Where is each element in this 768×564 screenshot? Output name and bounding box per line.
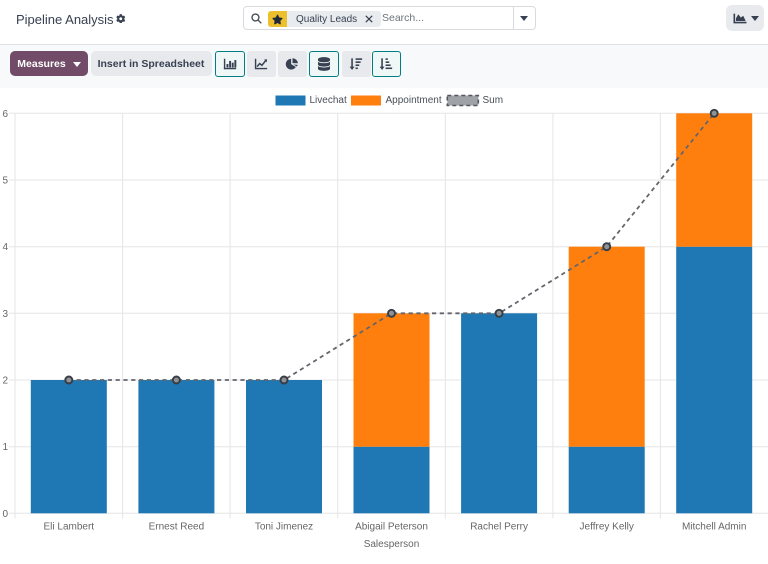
svg-text:2: 2	[2, 376, 8, 387]
svg-text:Ernest Reed: Ernest Reed	[149, 522, 205, 533]
svg-text:6: 6	[2, 109, 8, 120]
svg-text:5: 5	[2, 176, 8, 187]
svg-text:1: 1	[2, 442, 8, 453]
svg-text:Jeffrey Kelly: Jeffrey Kelly	[580, 522, 634, 533]
svg-text:Toni Jimenez: Toni Jimenez	[255, 522, 313, 533]
svg-text:3: 3	[2, 309, 8, 320]
svg-text:Appointment: Appointment	[386, 95, 442, 106]
svg-text:0: 0	[2, 509, 8, 520]
svg-text:Livechat: Livechat	[310, 95, 347, 106]
svg-text:Abigail Peterson: Abigail Peterson	[355, 522, 428, 533]
svg-text:Rachel Perry: Rachel Perry	[470, 522, 528, 533]
svg-text:4: 4	[2, 242, 8, 253]
svg-text:Sum: Sum	[483, 95, 504, 106]
svg-text:Mitchell Admin: Mitchell Admin	[682, 522, 746, 533]
svg-text:Salesperson: Salesperson	[364, 539, 420, 550]
svg-text:Eli Lambert: Eli Lambert	[44, 522, 95, 533]
